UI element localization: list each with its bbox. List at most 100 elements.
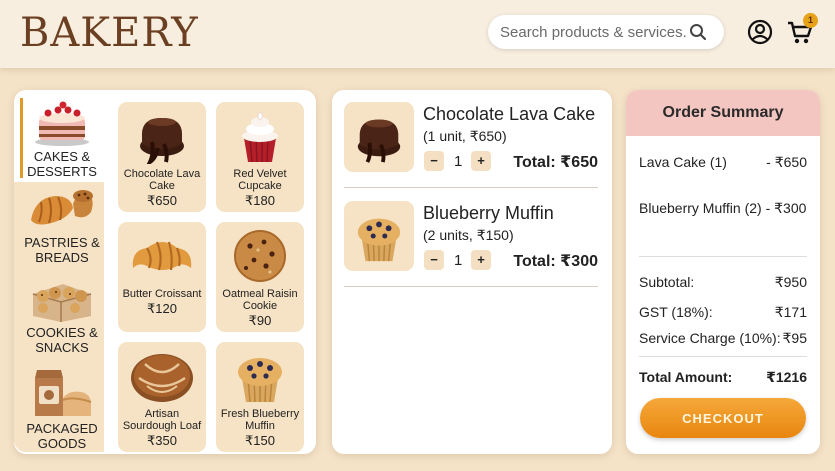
cart-panel: Chocolate Lava Cake (1 unit, ₹650) − 1 +…	[332, 90, 612, 454]
product-name-line: Butter Croissant	[122, 288, 202, 300]
cart-item-detail: (2 units, ₹150)	[423, 227, 514, 243]
summary-item-label: Blueberry Muffin (2) - ₹300	[639, 200, 807, 216]
quantity-value: 1	[454, 252, 463, 269]
category-label: GOODS	[37, 436, 87, 451]
divider	[639, 356, 807, 357]
active-category-indicator	[20, 98, 23, 178]
category-label: PASTRIES &	[24, 235, 100, 250]
cart-item-total: Total: ₹650	[513, 154, 598, 171]
product-name-line: Red Velvet	[233, 168, 287, 180]
summary-item-label: Lava Cake (1)	[639, 154, 727, 170]
croissant-icon	[132, 241, 192, 271]
header-bar: BAKERY 1	[0, 0, 835, 68]
product-name: Chocolate Lava Cake	[118, 168, 206, 192]
cart-item-name: Blueberry Muffin	[423, 203, 554, 223]
gst-row: GST (18%): ₹171	[639, 304, 807, 320]
subtotal-label: Subtotal:	[639, 274, 695, 290]
category-label: PACKAGED	[26, 421, 98, 436]
summary-item: Blueberry Muffin (2) - ₹300	[639, 200, 807, 217]
service-charge-value: ₹95	[782, 330, 807, 346]
product-price: ₹180	[245, 193, 275, 208]
cart-item-chocolate-lava-cake: Chocolate Lava Cake (1 unit, ₹650) − 1 +…	[344, 102, 598, 186]
cart-count-badge: 1	[803, 13, 818, 28]
product-name: Oatmeal Raisin Cookie	[216, 288, 304, 312]
divider	[344, 187, 598, 188]
logo[interactable]: BAKERY	[20, 10, 199, 56]
divider	[344, 286, 598, 287]
category-packaged-goods[interactable]: PACKAGED GOODS	[20, 364, 104, 451]
cart-item-thumbnail	[344, 201, 414, 271]
product-card-butter-croissant[interactable]: Butter Croissant ₹120	[118, 222, 206, 332]
product-card-chocolate-lava-cake[interactable]: Chocolate Lava Cake ₹650	[118, 102, 206, 212]
order-summary-panel: Order Summary Lava Cake (1) - ₹650 Blueb…	[626, 90, 820, 454]
product-name-line: Fresh Blueberry	[220, 408, 300, 420]
product-price: ₹650	[147, 193, 177, 208]
search-input[interactable]	[500, 23, 688, 41]
product-card-oatmeal-raisin-cookie[interactable]: Oatmeal Raisin Cookie ₹90	[216, 222, 304, 332]
order-summary-title: Order Summary	[626, 90, 820, 136]
product-name: Fresh Blueberry Muffin	[216, 408, 304, 432]
service-charge-row: Service Charge (10%): ₹95	[639, 330, 807, 346]
category-label: COOKIES &	[26, 325, 98, 340]
cookie-box-icon	[32, 284, 92, 322]
product-card-red-velvet-cupcake[interactable]: Red Velvet Cupcake ₹180	[216, 102, 304, 212]
product-name-line: Oatmeal Raisin	[222, 288, 298, 300]
product-name-line: Muffin	[245, 420, 275, 432]
increase-quantity-button[interactable]: +	[471, 151, 491, 171]
catalog-panel: CAKES & DESSERTS PASTRIES & BREADS COOKI…	[14, 90, 316, 454]
product-name: Red Velvet Cupcake	[216, 168, 304, 192]
summary-item: Lava Cake (1) - ₹650	[639, 154, 807, 170]
search-box[interactable]	[488, 15, 724, 49]
product-price: ₹120	[147, 301, 177, 316]
service-charge-label: Service Charge (10%):	[639, 330, 781, 346]
croissant-icon	[31, 190, 93, 225]
subtotal-value: ₹950	[774, 274, 807, 290]
category-cakes-desserts[interactable]: CAKES & DESSERTS	[20, 94, 104, 180]
category-label: CAKES &	[33, 149, 91, 164]
cart-item-total: Total: ₹300	[513, 253, 598, 270]
muffin-icon	[238, 358, 282, 403]
category-label: SNACKS	[35, 340, 89, 355]
quantity-value: 1	[454, 153, 463, 170]
cart-item-blueberry-muffin: Blueberry Muffin (2 units, ₹150) − 1 + T…	[344, 201, 598, 285]
product-card-fresh-blueberry-muffin[interactable]: Fresh Blueberry Muffin ₹150	[216, 342, 304, 452]
cupcake-icon	[242, 111, 278, 163]
cart-item-detail: (1 unit, ₹650)	[423, 128, 507, 144]
search-icon[interactable]	[688, 22, 708, 42]
product-name-line: Cake	[149, 180, 175, 192]
product-price: ₹150	[245, 433, 275, 448]
product-name-line: Artisan	[144, 408, 180, 420]
package-icon	[35, 370, 92, 416]
category-cookies-snacks[interactable]: COOKIES & SNACKS	[20, 276, 104, 355]
gst-label: GST (18%):	[639, 304, 713, 320]
cart-item-thumbnail	[344, 102, 414, 172]
divider	[639, 256, 807, 257]
total-amount-value: ₹1216	[766, 369, 807, 385]
product-price: ₹90	[248, 313, 272, 328]
bread-loaf-icon	[131, 354, 193, 402]
product-name: Artisan Sourdough Loaf	[118, 408, 206, 432]
checkout-button[interactable]: CHECKOUT	[640, 398, 806, 438]
cart-item-name: Chocolate Lava Cake	[423, 104, 596, 124]
increase-quantity-button[interactable]: +	[471, 250, 491, 270]
product-name-line: Sourdough Loaf	[122, 420, 202, 432]
category-label: DESSERTS	[27, 164, 97, 179]
lava-cake-icon	[140, 118, 184, 164]
cake-icon	[35, 101, 89, 146]
category-pastries-breads[interactable]: PASTRIES & BREADS	[20, 186, 104, 265]
cookie-icon	[234, 230, 286, 282]
subtotal-row: Subtotal: ₹950	[639, 274, 807, 290]
user-circle-icon[interactable]	[747, 19, 773, 45]
muffin-icon	[357, 218, 401, 262]
product-name-line: Chocolate Lava	[123, 168, 201, 180]
summary-item-value: - ₹650	[766, 154, 807, 170]
total-amount-label: Total Amount:	[639, 369, 733, 385]
gst-value: ₹171	[774, 304, 807, 320]
product-card-artisan-sourdough-loaf[interactable]: Artisan Sourdough Loaf ₹350	[118, 342, 206, 452]
total-amount-row: Total Amount: ₹1216	[639, 369, 807, 385]
product-name-line: Cupcake	[238, 180, 282, 192]
product-name-line: Cookie	[242, 300, 278, 312]
decrease-quantity-button[interactable]: −	[424, 151, 444, 171]
decrease-quantity-button[interactable]: −	[424, 250, 444, 270]
lava-cake-icon	[357, 119, 401, 163]
